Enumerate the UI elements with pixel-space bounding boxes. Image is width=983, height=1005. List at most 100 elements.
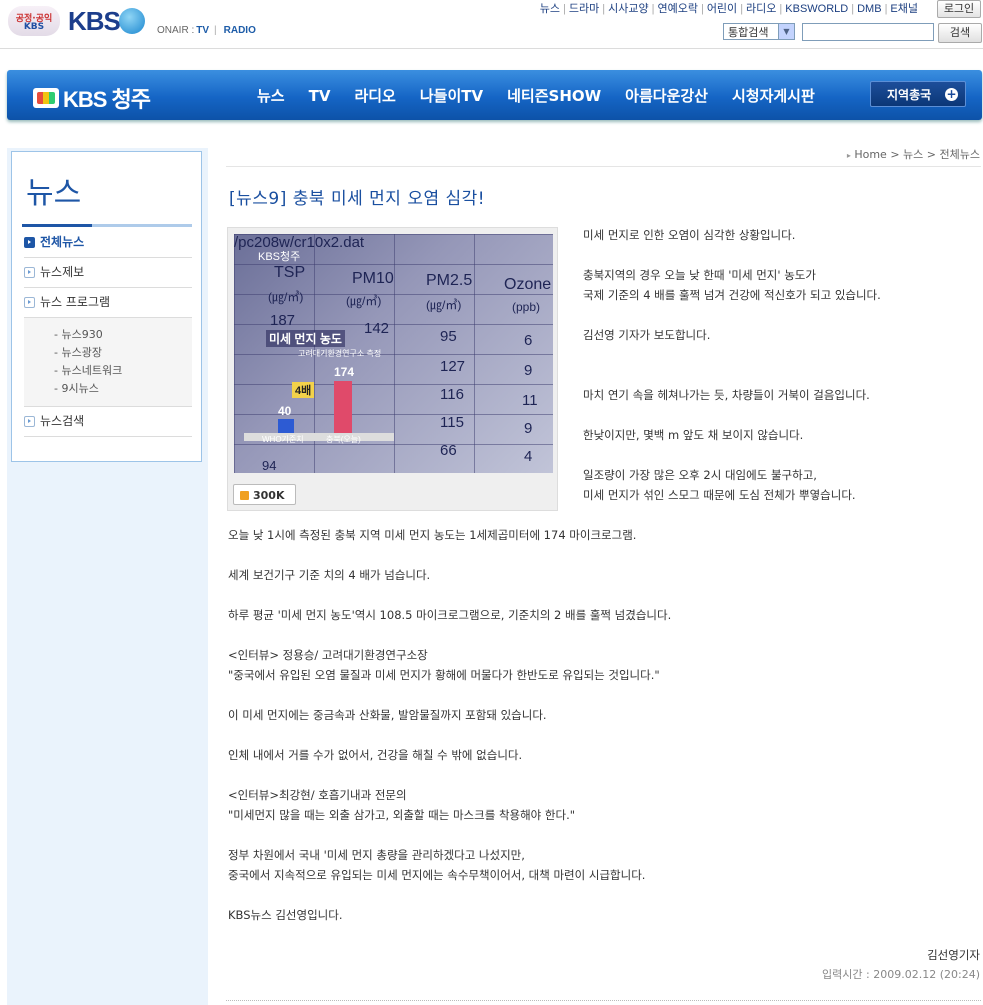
submenu-news930[interactable]: - 뉴스930: [54, 326, 103, 342]
sidebar-item-news-search[interactable]: 뉴스검색: [24, 407, 192, 437]
chevron-down-icon[interactable]: ▼: [778, 24, 794, 39]
photo-col-unit2: (ppb): [512, 300, 541, 314]
kbs-cheongju-logo[interactable]: KBS 청주: [33, 82, 151, 114]
article-paragraph: 중국에서 지속적으로 유입되는 미세 먼지에는 속수무책이어서, 대책 마련이 …: [228, 868, 646, 882]
article-paragraph: 정부 차원에서 국내 '미세 먼지 총량을 관리하겠다고 나섰지만,: [228, 848, 525, 862]
photo-val: 115: [440, 414, 464, 431]
article-media-box: /pc208w/cr10x2.dat KBS청주 TSP PM10 PM2.5 …: [227, 227, 558, 511]
photo-chart-badge: 4배: [292, 382, 315, 398]
photo-val: 6: [524, 332, 533, 349]
onair-radio-link[interactable]: RADIO: [224, 25, 256, 36]
news-video-thumbnail[interactable]: /pc208w/cr10x2.dat KBS청주 TSP PM10 PM2.5 …: [234, 234, 553, 473]
video-play-icon: [240, 491, 249, 500]
photo-chart-label-chungbuk: 충북(오늘): [326, 435, 361, 444]
gnb-drama[interactable]: 드라마: [566, 3, 602, 15]
article-paragraph: 이 미세 먼지에는 중금속과 산화물, 발암물질까지 포함돼 있습니다.: [228, 708, 547, 722]
submenu-news-network[interactable]: - 뉴스네트워크: [54, 362, 122, 378]
article-paragraph: 김선영 기자가 보도합니다.: [583, 328, 711, 342]
gnb-echannel[interactable]: E채널: [887, 3, 921, 15]
public-logo-line2: KBS: [23, 22, 45, 32]
breadcrumb-home[interactable]: Home: [854, 148, 886, 161]
gnb-dmb[interactable]: DMB: [854, 3, 884, 15]
photo-col-tsp: TSP: [274, 264, 306, 281]
top-bar: 공정·공익 KBS KBS ONAIR : TV | RADIO 뉴스 | 드라마 | 시사교…: [0, 0, 983, 49]
play-300k-button[interactable]: 300K: [233, 484, 296, 505]
sidebar-item-label: 뉴스 프로그램: [40, 295, 111, 309]
onair-links: ONAIR : TV | RADIO: [157, 25, 256, 36]
submenu-news-plaza[interactable]: - 뉴스광장: [54, 344, 102, 360]
sidebar-item-label: 전체뉴스: [40, 235, 85, 249]
search-button[interactable]: 검색: [938, 23, 982, 43]
menu-beautiful-land[interactable]: 아름다운강산: [625, 87, 708, 105]
photo-val: 9: [524, 420, 533, 437]
article-paragraph: 미세 먼지가 섞인 스모그 때문에 도심 전체가 뿌옇습니다.: [583, 488, 856, 502]
gnb-radio[interactable]: 라디오: [743, 3, 779, 15]
article-paragraph: 일조량이 가장 많은 오후 2시 대임에도 불구하고,: [583, 468, 817, 482]
gnb-entertainment[interactable]: 연예오락: [654, 3, 700, 15]
sidebar-item-all-news[interactable]: 전체뉴스: [24, 228, 192, 258]
search-input[interactable]: [802, 23, 934, 41]
article-paragraph: 미세 먼지로 인한 오염이 심각한 상황입니다.: [583, 228, 796, 242]
photo-col-unit: (㎍/㎥): [426, 298, 462, 312]
photo-col-unit: (㎍/㎥): [346, 294, 382, 308]
region-station-button[interactable]: 지역총국 +: [870, 81, 966, 107]
photo-val: 127: [440, 358, 466, 375]
play-300k-label: 300K: [253, 489, 285, 502]
menu-netizen-show[interactable]: 네티즌SHOW: [507, 87, 601, 105]
search-scope-value: 통합검색: [728, 26, 769, 39]
region-button-label: 지역총국: [887, 88, 932, 102]
photo-val: 142: [364, 320, 390, 337]
menu-radio[interactable]: 라디오: [354, 87, 395, 105]
arrow-bullet-icon: [24, 267, 35, 278]
news-program-submenu: - 뉴스930 - 뉴스광장 - 뉴스네트워크 - 9시뉴스: [24, 318, 192, 407]
breadcrumb-bullet-icon: ▸: [846, 151, 851, 160]
sidebar-item-news-tip[interactable]: 뉴스제보: [24, 258, 192, 288]
photo-col-unit: (㎍/㎥): [268, 290, 304, 304]
login-button[interactable]: 로그인: [937, 0, 981, 18]
tv-icon: [33, 88, 59, 108]
article-timestamp: 입력시간 : 2009.02.12 (20:24): [822, 968, 980, 981]
breadcrumb-news[interactable]: 뉴스: [903, 148, 923, 161]
article-paragraph: 세계 보건기구 기준 치의 4 배가 넘습니다.: [228, 568, 431, 582]
menu-viewer-board[interactable]: 시청자게시판: [732, 87, 815, 105]
article-paragraph: <인터뷰>최강현/ 호흡기내과 전문의: [228, 788, 407, 802]
plus-icon: +: [945, 87, 958, 101]
breadcrumb-sep: >: [890, 148, 900, 161]
menu-news[interactable]: 뉴스: [257, 87, 285, 105]
article-title: [뉴스9] 충북 미세 먼지 오염 심각!: [229, 189, 486, 209]
sidebar-title-underline: [22, 224, 192, 227]
onair-separator: |: [214, 25, 217, 36]
photo-channel-tag: KBS청주: [258, 251, 301, 263]
photo-col-ozone: Ozone: [504, 276, 552, 293]
gnb-kids[interactable]: 어린이: [704, 3, 740, 15]
public-kbs-logo[interactable]: 공정·공익 KBS: [8, 6, 60, 36]
menu-tv[interactable]: TV: [309, 87, 331, 105]
gnb-news[interactable]: 뉴스: [537, 3, 563, 15]
photo-chart-subtitle: 고려대기환경연구소 측정: [298, 349, 382, 358]
submenu-9pm-news[interactable]: - 9시뉴스: [54, 380, 99, 396]
article-paragraph: KBS뉴스 김선영입니다.: [228, 908, 343, 922]
onair-tv-link[interactable]: TV: [196, 25, 209, 36]
article-paragraph: 오늘 낮 1시에 측정된 충북 지역 미세 먼지 농도는 1세제곱미터에 174…: [228, 528, 637, 542]
reporter-name: 김선영기자: [927, 948, 980, 962]
photo-val: 94: [262, 458, 277, 473]
photo-val: 4: [524, 448, 533, 465]
photo-val: 66: [440, 442, 457, 459]
sidebar-item-news-program[interactable]: 뉴스 프로그램: [24, 288, 192, 318]
arrow-bullet-icon: [24, 416, 35, 427]
article-paragraph: 한낮이지만, 몇백 m 앞도 채 보이지 않습니다.: [583, 428, 804, 442]
kbs-logo[interactable]: KBS: [68, 6, 121, 37]
menu-nadeuri-tv[interactable]: 나들이TV: [420, 87, 483, 105]
main-menu: 뉴스 TV 라디오 나들이TV 네티즌SHOW 아름다운강산 시청자게시판: [257, 85, 839, 106]
sidebar-item-label: 뉴스제보: [40, 265, 85, 279]
gnb-culture[interactable]: 시사교양: [605, 3, 651, 15]
search-scope-select[interactable]: 통합검색 ▼: [723, 23, 795, 40]
photo-col-pm10: PM10: [352, 270, 394, 287]
gnb-kbsworld[interactable]: KBSWORLD: [782, 3, 851, 15]
arrow-bullet-icon: [24, 297, 35, 308]
photo-val: 9: [524, 362, 533, 379]
article-bottom-divider: [226, 1000, 981, 1001]
photo-col-pm25: PM2.5: [426, 272, 473, 289]
photo-val: 11: [522, 392, 538, 409]
article-paragraph: 마치 연기 속을 헤쳐나가는 듯, 차량들이 거북이 걸음입니다.: [583, 388, 870, 402]
